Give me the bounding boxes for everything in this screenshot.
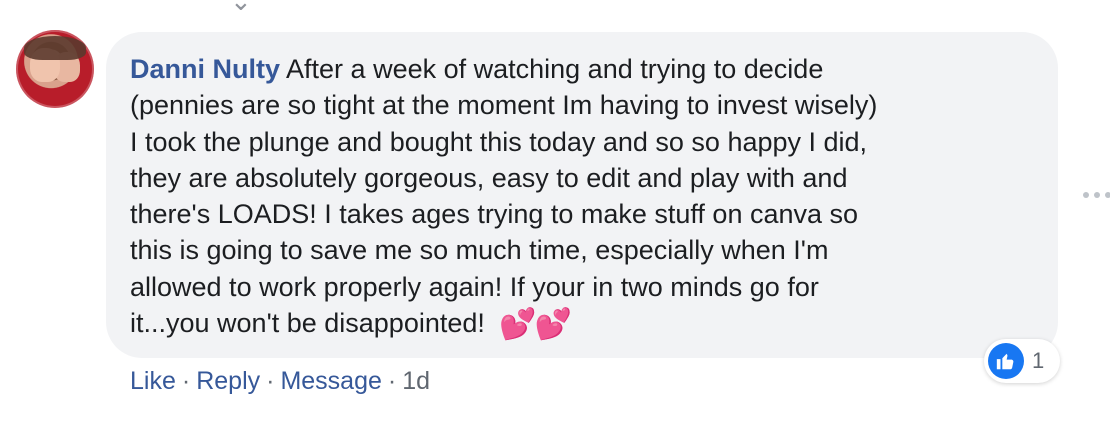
comment-line-1-text: After a week of watching and trying to d… (286, 54, 824, 84)
more-options-icon[interactable] (1083, 188, 1110, 202)
comment-line: there's LOADS! I takes ages trying to ma… (130, 199, 859, 230)
like-link[interactable]: Like (130, 367, 176, 395)
comment-line: I took the plunge and bought this today … (130, 126, 868, 157)
comment-line: this is going to save me so much time, e… (130, 235, 829, 266)
comment-line-8-text: it...you won't be disappointed! (130, 308, 485, 339)
action-separator: · (387, 367, 397, 395)
author-name-link[interactable]: Danni Nulty (130, 54, 280, 84)
comment-actions: Like · Reply · Message · 1d (130, 366, 430, 396)
timestamp[interactable]: 1d (402, 367, 430, 395)
comment-line: they are absolutely gorgeous, easy to ed… (130, 162, 848, 193)
comment-text: Danni Nulty After a week of watching and… (130, 51, 1030, 341)
more-dot (1083, 192, 1089, 198)
message-link[interactable]: Message (280, 367, 381, 395)
comment-line: Danni Nulty After a week of watching and… (130, 51, 1030, 87)
reply-link[interactable]: Reply (196, 367, 260, 395)
comment-line: (pennies are so tight at the moment Im h… (130, 90, 878, 121)
reaction-count: 1 (1032, 348, 1045, 373)
reaction-summary[interactable]: 1 (984, 339, 1060, 383)
thumbs-up-icon (988, 343, 1024, 379)
comment-line: allowed to work properly again! If your … (130, 271, 819, 302)
clipped-previous-action: ⌄ (230, 0, 252, 16)
comment-line: it...you won't be disappointed! 💕💕 (130, 305, 1030, 341)
action-separator: · (181, 367, 191, 395)
avatar[interactable] (16, 30, 94, 108)
two-hearts-icon: 💕💕 (499, 308, 572, 342)
more-dot (1105, 192, 1110, 198)
action-separator: · (266, 367, 275, 395)
more-dot (1094, 192, 1100, 198)
